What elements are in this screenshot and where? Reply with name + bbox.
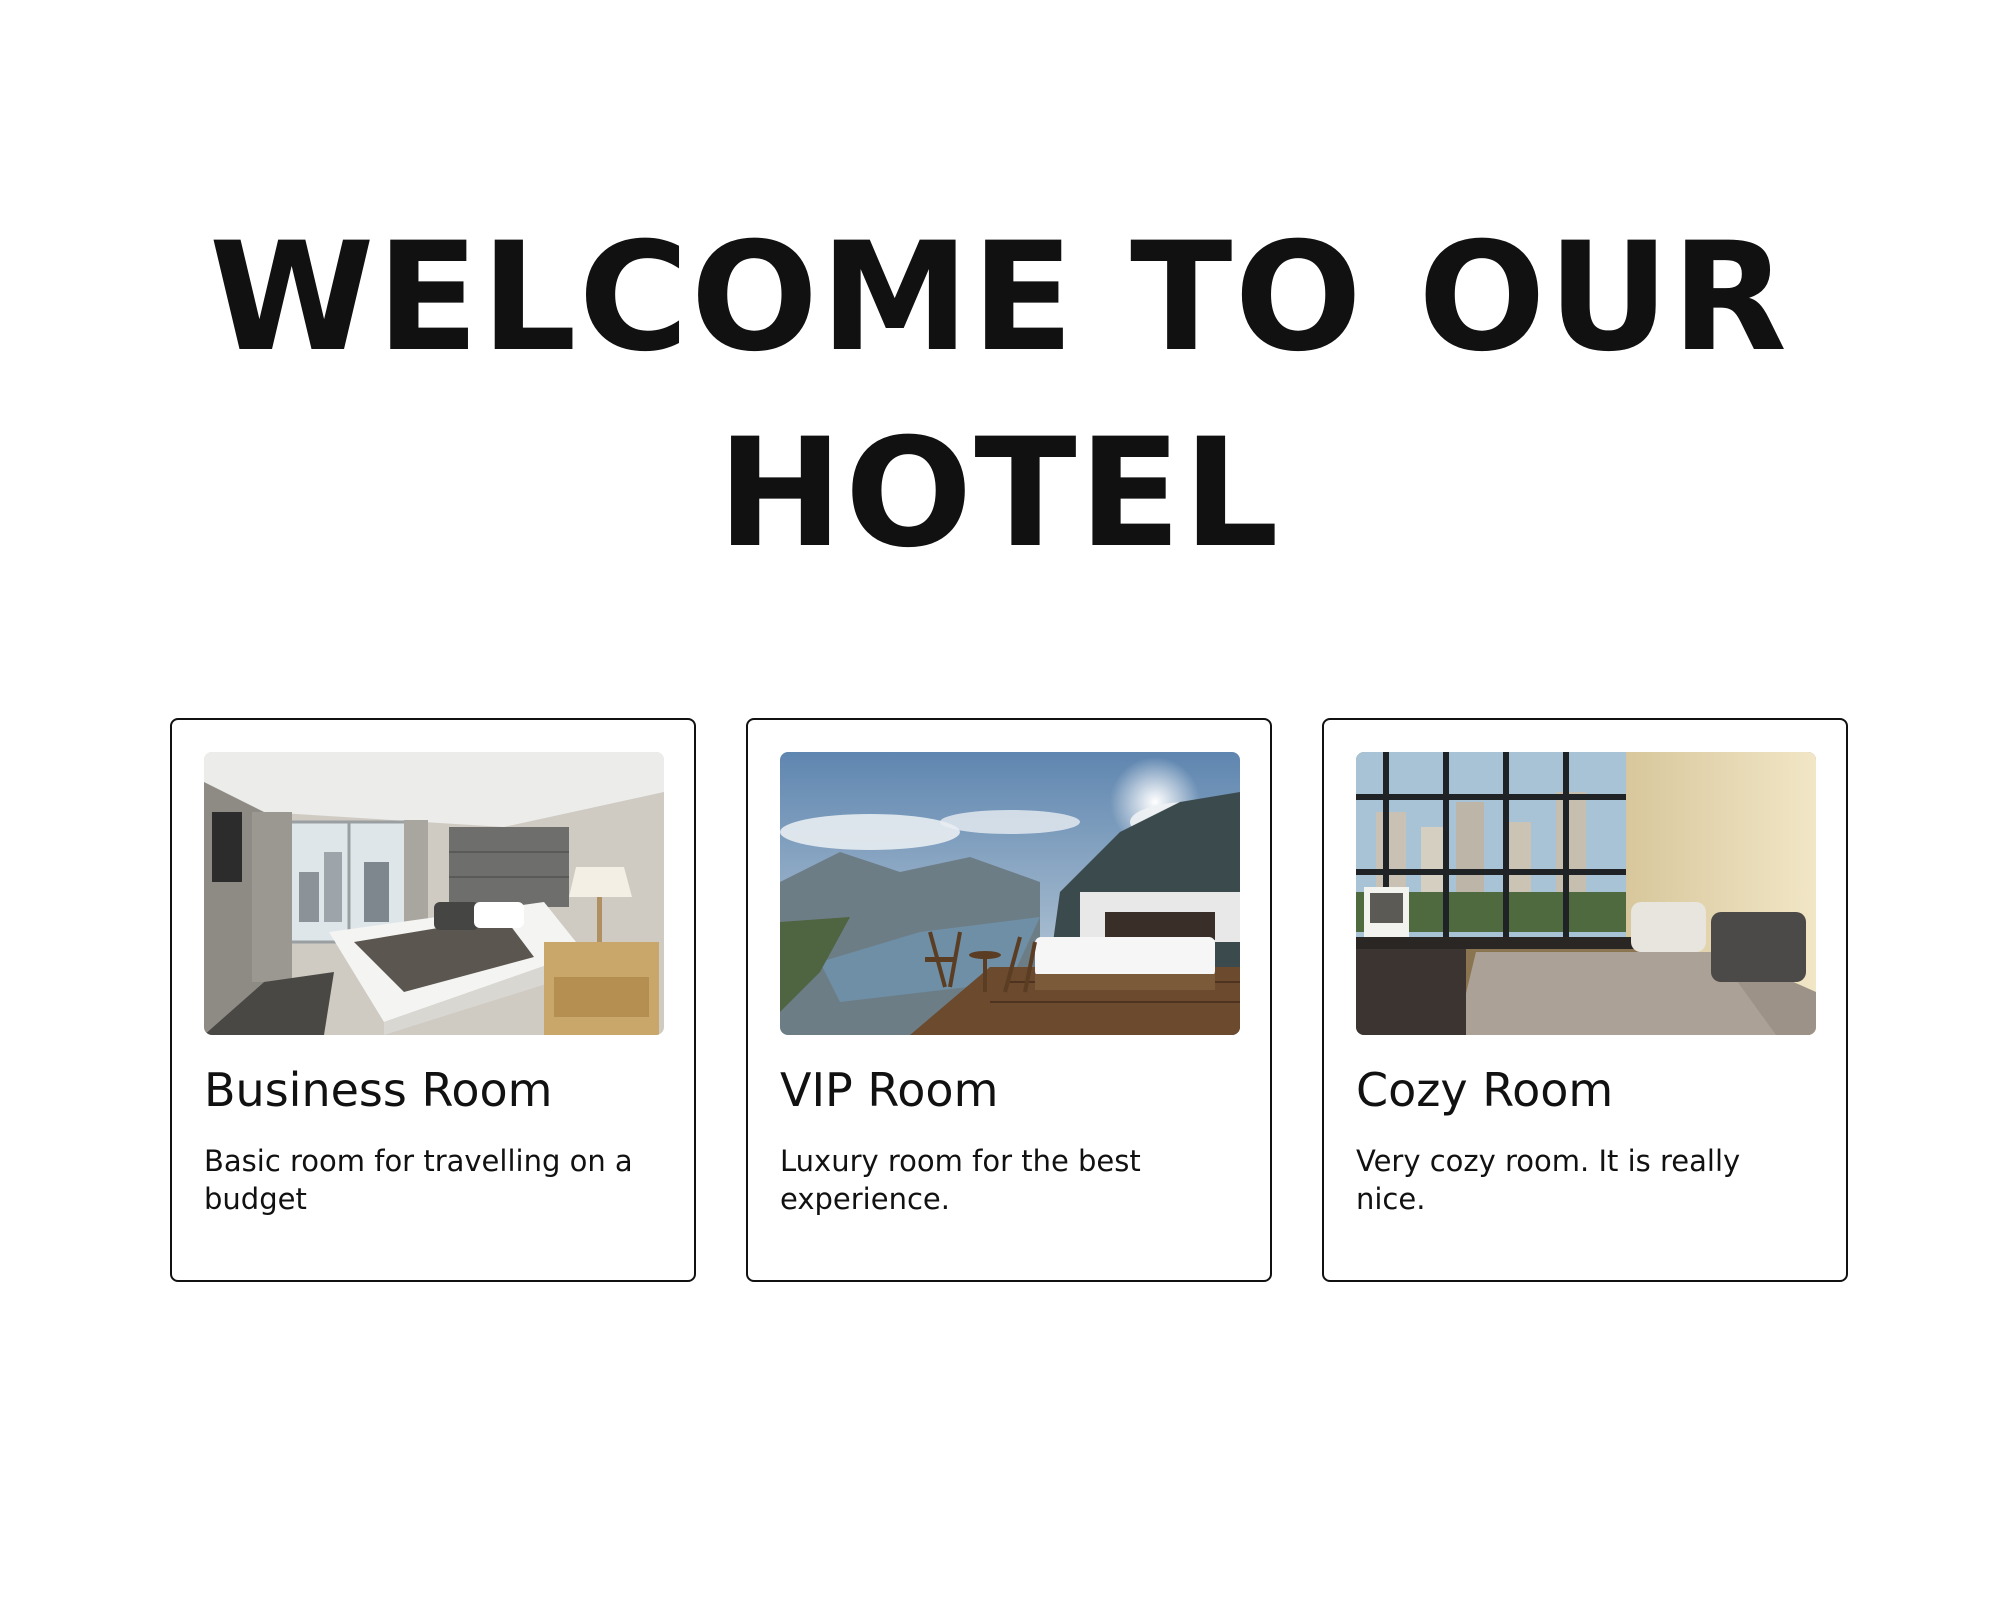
room-title: Business Room bbox=[204, 1063, 553, 1117]
room-title: VIP Room bbox=[780, 1063, 999, 1117]
room-title: Cozy Room bbox=[1356, 1063, 1614, 1117]
room-card-business[interactable]: Business Room Basic room for travelling … bbox=[170, 718, 696, 1282]
vip-room-photo bbox=[780, 752, 1240, 1035]
page-title: WELCOME TO OUR HOTEL bbox=[209, 211, 1789, 581]
room-card-vip[interactable]: VIP Room Luxury room for the best experi… bbox=[746, 718, 1272, 1282]
room-description: Basic room for travelling on a budget bbox=[204, 1144, 633, 1216]
room-description: Very cozy room. It is really nice. bbox=[1356, 1144, 1741, 1216]
room-description: Luxury room for the best experience. bbox=[780, 1144, 1141, 1216]
cozy-room-photo bbox=[1356, 752, 1816, 1035]
business-room-photo bbox=[204, 752, 664, 1035]
room-card-cozy[interactable]: Cozy Room Very cozy room. It is really n… bbox=[1322, 718, 1848, 1282]
